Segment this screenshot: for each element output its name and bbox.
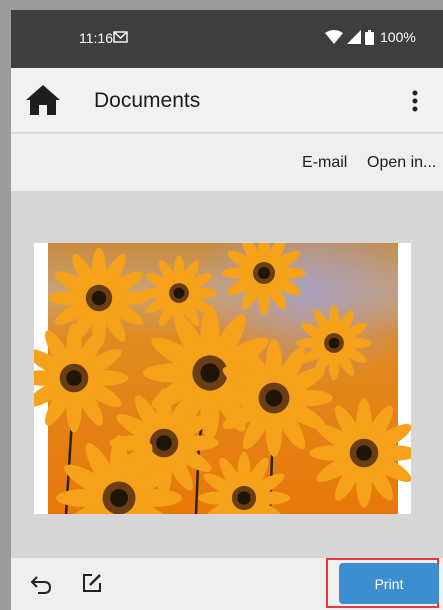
document-actions: E-mail Open in... (11, 133, 443, 191)
print-button[interactable]: Print (339, 563, 439, 604)
undo-icon[interactable] (29, 572, 53, 596)
app-bar: Documents (11, 68, 443, 132)
page-title: Documents (94, 89, 201, 112)
flower-photo (19, 231, 419, 561)
signal-icon (347, 30, 361, 44)
wifi-icon (325, 30, 343, 44)
document-preview (19, 231, 419, 561)
open-in-link[interactable]: Open in... (367, 154, 436, 172)
status-time: 11:16 (79, 30, 113, 46)
battery-percent: 100% (380, 29, 416, 45)
bottom-toolbar: Print (11, 558, 443, 610)
home-icon[interactable] (25, 83, 61, 117)
edit-icon[interactable] (81, 572, 103, 594)
overflow-menu-icon[interactable] (403, 87, 427, 115)
status-bar: 11:16 100% (11, 10, 443, 68)
status-indicators: 100% (325, 29, 416, 45)
gmail-icon (113, 31, 128, 43)
battery-icon (365, 29, 374, 45)
email-link[interactable]: E-mail (302, 154, 347, 172)
app-frame: 11:16 100% Documents E-mail Open in... P… (11, 10, 443, 610)
